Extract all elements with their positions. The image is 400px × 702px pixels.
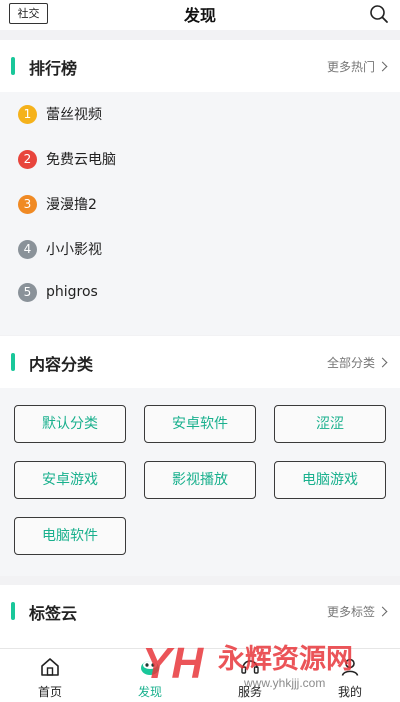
- section-accent-bar: [11, 602, 15, 620]
- chevron-right-icon: [377, 606, 388, 617]
- profile-icon: [341, 658, 359, 676]
- ranking-item[interactable]: 4 小小影视: [18, 237, 102, 261]
- tab-home-label: 首页: [37, 685, 62, 699]
- ranking-item-label: 漫漫撸2: [46, 197, 97, 213]
- more-tags-link[interactable]: 更多标签: [326, 603, 388, 620]
- ranking-item[interactable]: 3 漫漫撸2: [18, 192, 97, 216]
- rank-badge: 4: [18, 239, 37, 259]
- search-icon[interactable]: [369, 4, 389, 24]
- ranking-item-label: 小小影视: [46, 242, 102, 258]
- tab-discover-label: 发现: [137, 685, 162, 699]
- more-hot-label: 更多热门: [326, 60, 375, 74]
- category-button[interactable]: 默认分类: [14, 405, 126, 443]
- more-tags-label: 更多标签: [326, 605, 375, 619]
- ranking-title: 排行榜: [29, 59, 78, 78]
- categories-section: 内容分类 全部分类 默认分类 安卓软件 涩涩 安卓游戏 影视播放 电脑游戏 电脑…: [0, 336, 400, 576]
- page-title: 发现: [183, 6, 216, 25]
- categories-title: 内容分类: [29, 355, 94, 374]
- ranking-item-label: 免费云电脑: [46, 152, 116, 168]
- tags-section: 标签云 更多标签: [0, 585, 400, 648]
- all-categories-label: 全部分类: [326, 356, 375, 370]
- discover-icon: [141, 661, 159, 675]
- section-accent-bar: [11, 353, 15, 371]
- category-button[interactable]: 安卓游戏: [14, 461, 126, 499]
- tags-title: 标签云: [29, 604, 78, 623]
- rank-badge: 5: [18, 282, 37, 302]
- ranking-list: 1 蕾丝视频 2 免费云电脑 3 漫漫撸2 4 小小影视 5 phigros: [0, 92, 400, 335]
- service-icon: [241, 660, 259, 674]
- tags-header: 标签云 更多标签: [0, 585, 400, 637]
- ranking-header: 排行榜 更多热门: [0, 40, 400, 92]
- ranking-item[interactable]: 1 蕾丝视频: [18, 102, 102, 126]
- section-accent-bar: [11, 57, 15, 75]
- tab-home[interactable]: 首页: [0, 649, 100, 702]
- tab-profile-label: 我的: [337, 685, 362, 699]
- rank-badge: 2: [18, 149, 37, 169]
- tab-service[interactable]: 服务: [200, 649, 300, 702]
- chevron-right-icon: [377, 357, 388, 368]
- tab-profile[interactable]: 我的: [300, 649, 400, 702]
- ranking-item-label: 蕾丝视频: [46, 107, 102, 123]
- category-button[interactable]: 影视播放: [144, 461, 256, 499]
- category-button[interactable]: 电脑游戏: [274, 461, 386, 499]
- all-categories-link[interactable]: 全部分类: [326, 354, 388, 371]
- categories-grid: 默认分类 安卓软件 涩涩 安卓游戏 影视播放 电脑游戏 电脑软件: [0, 388, 400, 576]
- rank-badge: 1: [18, 104, 37, 124]
- chevron-right-icon: [377, 61, 388, 72]
- rank-badge: 3: [18, 194, 37, 214]
- more-hot-link[interactable]: 更多热门: [326, 58, 388, 75]
- category-button[interactable]: 电脑软件: [14, 517, 126, 555]
- ranking-section: 排行榜 更多热门 1 蕾丝视频 2 免费云电脑 3 漫漫撸2 4 小小影视 5 …: [0, 40, 400, 335]
- categories-header: 内容分类 全部分类: [0, 336, 400, 388]
- tab-service-label: 服务: [237, 685, 262, 699]
- top-bar: 社交 发现: [0, 0, 400, 30]
- category-button[interactable]: 涩涩: [274, 405, 386, 443]
- ranking-item-label: phigros: [46, 284, 98, 300]
- ranking-item[interactable]: 2 免费云电脑: [18, 147, 116, 171]
- category-button[interactable]: 安卓软件: [144, 405, 256, 443]
- home-icon: [41, 658, 59, 676]
- tab-discover[interactable]: 发现: [100, 649, 200, 702]
- ranking-item[interactable]: 5 phigros: [18, 280, 98, 304]
- bottom-tab-bar: 首页 发现 服务 我的: [0, 648, 400, 702]
